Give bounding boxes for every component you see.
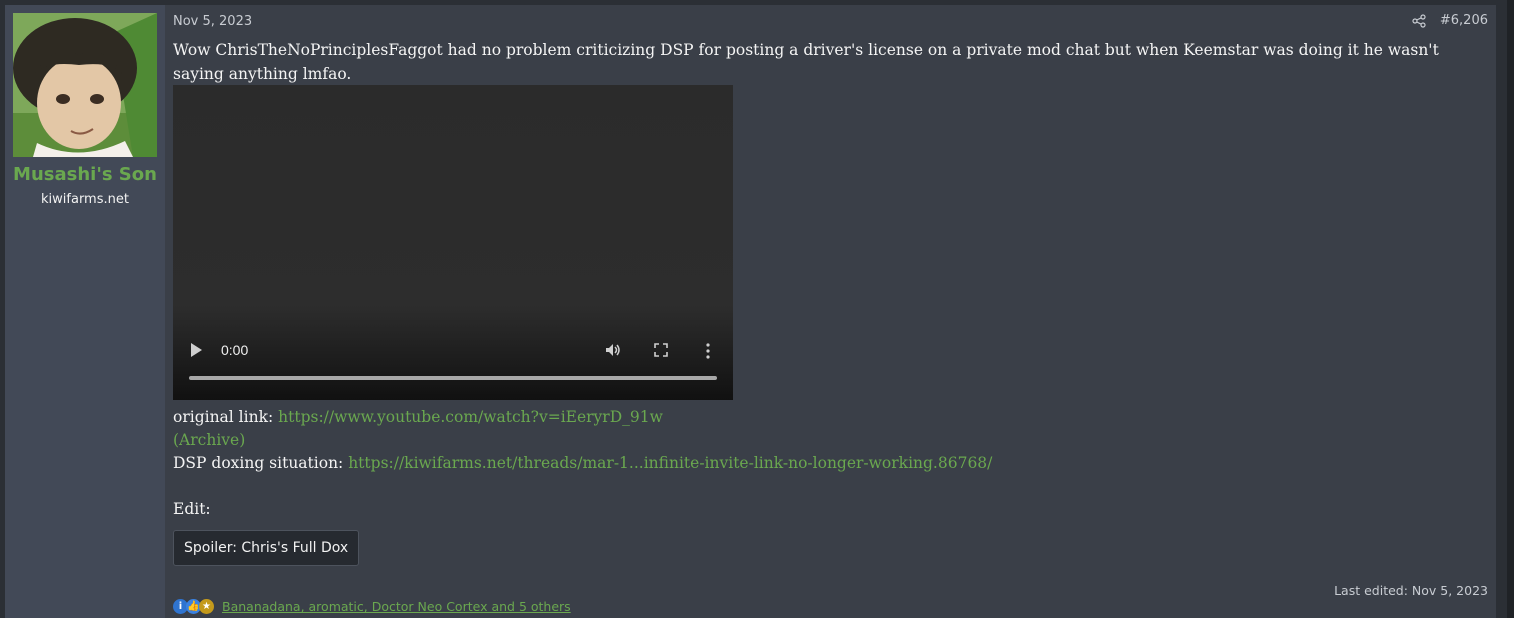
- username[interactable]: Musashi's Son: [5, 164, 165, 185]
- user-avatar[interactable]: [13, 13, 157, 157]
- more-options-icon[interactable]: [706, 343, 710, 359]
- play-icon[interactable]: [191, 343, 202, 357]
- dsp-link-label: DSP doxing situation:: [173, 454, 349, 472]
- archive-line: (Archive): [173, 429, 1483, 452]
- avatar-image: [13, 13, 157, 157]
- reactions-list-link[interactable]: Bananadana, aromatic, Doctor Neo Cortex …: [222, 599, 571, 614]
- dsp-doxing-link[interactable]: https://kiwifarms.net/threads/mar-1...in…: [348, 454, 992, 472]
- archive-link[interactable]: (Archive): [173, 431, 245, 449]
- post-number[interactable]: #6,206: [1440, 13, 1488, 28]
- fullscreen-icon[interactable]: [654, 343, 668, 357]
- reaction-icons[interactable]: i 👍 ★: [173, 599, 214, 614]
- user-title: kiwifarms.net: [41, 192, 129, 207]
- user-info-panel: Musashi's Son kiwifarms.net: [5, 5, 165, 618]
- post-links: original link: https://www.youtube.com/w…: [173, 406, 1483, 521]
- edit-label: Edit:: [173, 500, 211, 518]
- spoiler-button[interactable]: Spoiler: Chris's Full Dox: [173, 530, 360, 566]
- forum-post: Musashi's Son kiwifarms.net Nov 5, 2023 …: [5, 5, 1496, 618]
- video-progress-bar[interactable]: [189, 376, 717, 380]
- reactions-bar: i 👍 ★ Bananadana, aromatic, Doctor Neo C…: [173, 599, 571, 614]
- original-link[interactable]: https://www.youtube.com/watch?v=iEeryrD_…: [278, 408, 663, 426]
- original-link-line: original link: https://www.youtube.com/w…: [173, 406, 1483, 429]
- post-body-text: Wow ChrisTheNoPrinciplesFaggot had no pr…: [173, 41, 1439, 83]
- video-time: 0:00: [221, 342, 249, 358]
- dsp-link-line: DSP doxing situation: https://kiwifarms.…: [173, 452, 1483, 475]
- original-link-label: original link:: [173, 408, 279, 426]
- scrollbar-track[interactable]: [1507, 0, 1514, 618]
- winner-icon: ★: [199, 599, 214, 614]
- volume-icon[interactable]: [605, 343, 621, 357]
- video-player[interactable]: 0:00: [173, 85, 733, 400]
- post-main: Nov 5, 2023 #6,206 Wow ChrisTheNoPrincip…: [173, 5, 1496, 618]
- last-edited: Last edited: Nov 5, 2023: [1334, 583, 1488, 598]
- share-icon[interactable]: [1412, 13, 1426, 28]
- post-date[interactable]: Nov 5, 2023: [173, 14, 252, 29]
- post-actions: #6,206: [1412, 13, 1488, 28]
